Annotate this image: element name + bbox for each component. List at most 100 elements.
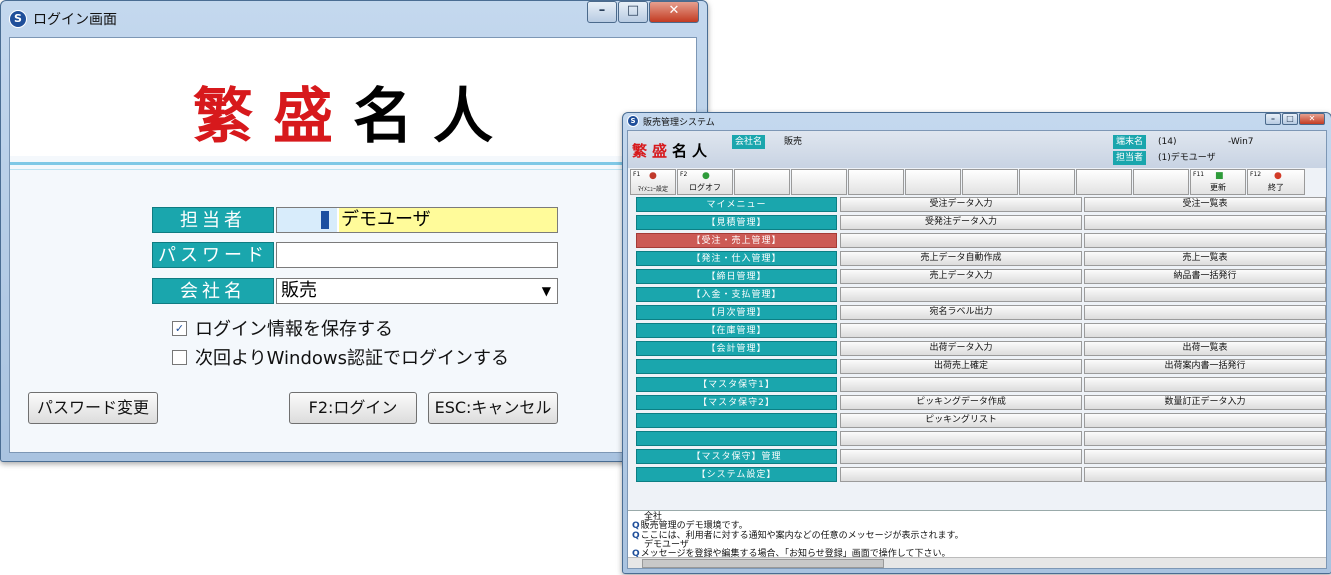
password-input[interactable]: [276, 242, 558, 268]
menu-category-button[interactable]: 【在庫管理】: [636, 323, 837, 338]
f8-empty-button[interactable]: [1019, 169, 1075, 195]
menu-category-button[interactable]: 【見積管理】: [636, 215, 837, 230]
login-client-area: 繁盛名人 担当者 デモユーザ パスワード 会社名 販売 ▼ ✓ ログイン情報を保…: [9, 37, 697, 453]
company-label: 会社名: [152, 278, 274, 304]
cancel-button[interactable]: ESC:キャンセル: [428, 392, 558, 424]
message-area: 全社 Q販売管理のデモ環境です。 Qここには、利用者に対する通知や案内などの任意…: [628, 510, 1326, 560]
menu-function-button[interactable]: 売上データ入力: [840, 269, 1082, 284]
chevron-down-icon[interactable]: ▼: [542, 279, 551, 303]
menu-function-button[interactable]: [840, 431, 1082, 446]
minimize-icon[interactable]: –: [1265, 113, 1281, 125]
menu-function-button[interactable]: 出荷売上確定: [840, 359, 1082, 374]
horizontal-scrollbar[interactable]: [628, 557, 1326, 568]
menu-function-button[interactable]: [840, 323, 1082, 338]
menu-function-button[interactable]: 数量訂正データ入力: [1084, 395, 1326, 410]
menu-function-button[interactable]: [840, 377, 1082, 392]
menu-category-button[interactable]: [636, 413, 837, 428]
menu-function-button[interactable]: [1084, 215, 1326, 230]
menu-category-button[interactable]: 【受注・売上管理】: [636, 233, 837, 248]
menu-function-button[interactable]: [1084, 305, 1326, 320]
sales-system-window: S 販売管理システム – □ ✕ 繁盛名人 会社名 販売 端末名 (14) -W…: [622, 112, 1331, 574]
user-row: 担当者 デモユーザ: [152, 207, 558, 233]
maximize-icon[interactable]: □: [618, 1, 648, 23]
menu-function-button[interactable]: [1084, 449, 1326, 464]
close-icon[interactable]: ✕: [1299, 113, 1325, 125]
f10-empty-button[interactable]: [1133, 169, 1189, 195]
company-value: 販売: [784, 137, 803, 147]
terminal-value: (14): [1158, 137, 1177, 147]
f5-empty-button[interactable]: [848, 169, 904, 195]
menu-category-button[interactable]: [636, 431, 837, 446]
menu-function-button[interactable]: [1084, 413, 1326, 428]
menu-category-button[interactable]: 【発注・仕入管理】: [636, 251, 837, 266]
save-login-checkbox[interactable]: ✓ ログイン情報を保存する: [172, 315, 393, 341]
terminal-suffix: -Win7: [1228, 137, 1254, 147]
password-row: パスワード: [152, 242, 558, 268]
close-icon[interactable]: ✕: [649, 1, 699, 23]
menu-function-button[interactable]: [840, 233, 1082, 248]
login-window-title: ログイン画面: [33, 12, 117, 28]
menu-function-button[interactable]: 納品書一括発行: [1084, 269, 1326, 284]
search-icon: Q: [632, 521, 640, 531]
menu-category-button[interactable]: 【月次管理】: [636, 305, 837, 320]
menu-function-button[interactable]: 出荷データ入力: [840, 341, 1082, 356]
menu-category-button[interactable]: [636, 359, 837, 374]
menu-function-button[interactable]: 受注データ入力: [840, 197, 1082, 212]
f11-refresh-button[interactable]: F11 ■ 更新: [1190, 169, 1246, 195]
f9-empty-button[interactable]: [1076, 169, 1132, 195]
menu-category-button[interactable]: 【マスタ保守1】: [636, 377, 837, 392]
company-row: 会社名 販売 ▼: [152, 278, 558, 304]
menu-function-button[interactable]: 出荷一覧表: [1084, 341, 1326, 356]
f12-exit-button[interactable]: F12 ● 終了: [1247, 169, 1305, 195]
user-value: (1)デモユーザ: [1158, 153, 1216, 163]
menu-function-button[interactable]: 売上データ自動作成: [840, 251, 1082, 266]
menu-function-button[interactable]: 受発注データ入力: [840, 215, 1082, 230]
scrollbar-thumb[interactable]: [642, 559, 884, 568]
menu-function-button[interactable]: 宛名ラベル出力: [840, 305, 1082, 320]
menu-function-button[interactable]: [840, 467, 1082, 482]
menu-function-button[interactable]: 売上一覧表: [1084, 251, 1326, 266]
f4-empty-button[interactable]: [791, 169, 847, 195]
main-titlebar[interactable]: S 販売管理システム: [623, 113, 1331, 129]
f1-menu-settings-button[interactable]: F1 ● ﾏｲﾒﾆｭｰ設定: [630, 169, 676, 195]
menu-function-button[interactable]: ピッキングリスト: [840, 413, 1082, 428]
windows-auth-checkbox[interactable]: 次回よりWindows認証でログインする: [172, 344, 509, 370]
save-login-label: ログイン情報を保存する: [195, 319, 393, 340]
menu-category-button[interactable]: 【マスタ保守2】: [636, 395, 837, 410]
menu-function-button[interactable]: 出荷案内書一括発行: [1084, 359, 1326, 374]
menu-category-button[interactable]: 【入金・支払管理】: [636, 287, 837, 302]
company-select[interactable]: 販売 ▼: [276, 278, 558, 304]
menu-function-button[interactable]: [1084, 323, 1326, 338]
menu-category-button[interactable]: 【会計管理】: [636, 341, 837, 356]
user-field[interactable]: デモユーザ: [276, 207, 558, 233]
change-password-button[interactable]: パスワード変更: [28, 392, 158, 424]
menu-function-button[interactable]: [1084, 431, 1326, 446]
f2-logoff-button[interactable]: F2 ● ログオフ: [677, 169, 733, 195]
divider: [10, 162, 696, 165]
menu-category-button[interactable]: 【マスタ保守】管理: [636, 449, 837, 464]
f3-empty-button[interactable]: [734, 169, 790, 195]
menu-function-button[interactable]: [840, 449, 1082, 464]
menu-function-button[interactable]: ピッキングデータ作成: [840, 395, 1082, 410]
menu-function-button[interactable]: [840, 287, 1082, 302]
maximize-icon[interactable]: □: [1282, 113, 1298, 125]
f7-empty-button[interactable]: [962, 169, 1018, 195]
login-window: S ログイン画面 – □ ✕ 繁盛名人 担当者 デモユーザ パスワード 会社名 …: [0, 0, 708, 462]
user-name-display: デモユーザ: [339, 208, 557, 232]
menu-category-button[interactable]: 【システム設定】: [636, 467, 837, 482]
menu-function-button[interactable]: [1084, 467, 1326, 482]
menu-function-button[interactable]: [1084, 377, 1326, 392]
menu-category-button[interactable]: マイメニュー: [636, 197, 837, 212]
menu-category-button[interactable]: 【締日管理】: [636, 269, 837, 284]
menu-function-button[interactable]: 受注一覧表: [1084, 197, 1326, 212]
f6-empty-button[interactable]: [905, 169, 961, 195]
company-select-value: 販売: [281, 280, 317, 301]
user-label: 担当者: [1113, 151, 1147, 165]
minimize-icon[interactable]: –: [587, 1, 617, 23]
menu-function-button[interactable]: [1084, 233, 1326, 248]
checkbox-checked-icon[interactable]: ✓: [172, 320, 187, 336]
menu-function-button[interactable]: [1084, 287, 1326, 302]
login-button[interactable]: F2:ログイン: [289, 392, 417, 424]
password-label: パスワード: [152, 242, 274, 268]
checkbox-unchecked-icon[interactable]: [172, 349, 187, 365]
